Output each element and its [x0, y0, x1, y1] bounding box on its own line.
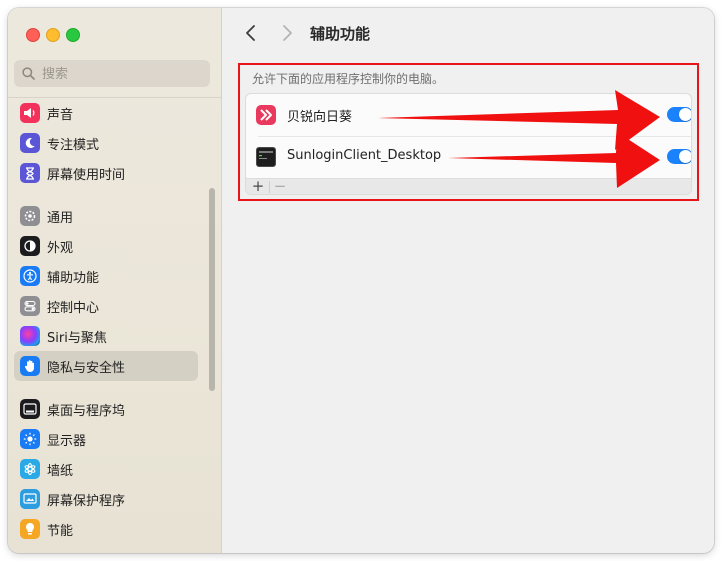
settings-window: 声音 专注模式 屏幕使用时间 通用	[8, 8, 714, 553]
sidebar-scrollbar[interactable]	[209, 188, 215, 391]
gear-icon	[20, 206, 40, 226]
sidebar-item-appearance[interactable]: 外观	[14, 231, 198, 261]
search-box[interactable]	[14, 60, 210, 87]
search-icon	[22, 67, 35, 80]
sidebar-item-label: 屏幕使用时间	[47, 167, 126, 183]
sunflower-app-icon	[256, 105, 276, 125]
sidebar-item-accessibility[interactable]: 辅助功能	[14, 261, 198, 291]
moon-icon	[20, 133, 40, 153]
sidebar-item-screen-saver[interactable]: 屏幕保护程序	[14, 484, 198, 514]
sun-icon	[20, 429, 40, 449]
terminal-app-icon	[256, 147, 276, 167]
sidebar-item-label: Siri与聚焦	[47, 330, 107, 346]
sidebar-item-label: 声音	[47, 107, 74, 123]
sidebar-item-label: 屏幕保护程序	[47, 493, 126, 509]
screensaver-icon	[20, 489, 40, 509]
permission-description: 允许下面的应用程序控制你的电脑。	[252, 72, 445, 86]
list-item: SunloginClient_Desktop	[246, 136, 691, 178]
speaker-icon	[20, 103, 40, 123]
accessibility-icon	[20, 266, 40, 286]
list-footer: + −	[246, 177, 691, 194]
page-title: 辅助功能	[310, 25, 371, 43]
minimize-window-button[interactable]	[46, 28, 60, 42]
sidebar-item-focus[interactable]: 专注模式	[14, 128, 198, 158]
sidebar: 声音 专注模式 屏幕使用时间 通用	[8, 8, 222, 553]
control-center-icon	[20, 296, 40, 316]
sidebar-item-privacy-security[interactable]: 隐私与安全性	[14, 351, 198, 381]
sidebar-item-label: 显示器	[47, 433, 87, 449]
remove-app-button[interactable]: −	[270, 177, 290, 194]
sidebar-item-wallpaper[interactable]: 墙纸	[14, 454, 198, 484]
sidebar-item-label: 专注模式	[47, 137, 100, 153]
forward-button[interactable]	[276, 22, 298, 44]
sidebar-item-label: 节能	[47, 523, 74, 539]
wallpaper-icon	[20, 459, 40, 479]
sidebar-item-general[interactable]: 通用	[14, 201, 198, 231]
sidebar-item-sound[interactable]: 声音	[14, 98, 198, 128]
siri-icon	[20, 326, 40, 346]
sidebar-item-label: 通用	[47, 210, 74, 226]
app-permission-toggle[interactable]	[667, 107, 691, 122]
close-window-button[interactable]	[26, 28, 40, 42]
zoom-window-button[interactable]	[66, 28, 80, 42]
toolbar: 辅助功能	[222, 8, 714, 58]
app-name: 贝锐向日葵	[287, 110, 353, 125]
sidebar-item-label: 隐私与安全性	[47, 360, 126, 376]
appearance-icon	[20, 236, 40, 256]
sidebar-item-label: 桌面与程序坞	[47, 403, 126, 419]
main-content: 辅助功能 允许下面的应用程序控制你的电脑。 贝锐向日葵 SunloginClie…	[222, 8, 714, 553]
sidebar-item-screen-time[interactable]: 屏幕使用时间	[14, 158, 198, 188]
app-name: SunloginClient_Desktop	[287, 148, 442, 163]
sidebar-group: 通用 外观 辅助功能 控制中心 Siri与聚焦 隐私与安全性	[14, 201, 198, 381]
search-input[interactable]	[40, 64, 204, 85]
sidebar-item-control-center[interactable]: 控制中心	[14, 291, 198, 321]
sidebar-item-energy-saver[interactable]: 节能	[14, 514, 198, 544]
app-permission-toggle[interactable]	[667, 149, 691, 164]
app-list: 贝锐向日葵 SunloginClient_Desktop + −	[245, 93, 692, 195]
highlight-box: 允许下面的应用程序控制你的电脑。 贝锐向日葵 SunloginClient_De…	[238, 63, 699, 201]
sidebar-group: 声音 专注模式 屏幕使用时间	[14, 98, 198, 188]
sidebar-item-label: 辅助功能	[47, 270, 100, 286]
sidebar-item-label: 外观	[47, 240, 74, 256]
lightbulb-icon	[20, 519, 40, 539]
chevron-left-icon	[246, 25, 255, 41]
hourglass-icon	[20, 163, 40, 183]
add-app-button[interactable]: +	[248, 177, 268, 194]
sidebar-item-label: 墙纸	[47, 463, 74, 479]
sidebar-item-displays[interactable]: 显示器	[14, 424, 198, 454]
sidebar-item-siri[interactable]: Siri与聚焦	[14, 321, 198, 351]
chevron-right-icon	[283, 25, 292, 41]
sidebar-group: 桌面与程序坞 显示器 墙纸 屏幕保护程序 节能	[14, 394, 198, 544]
back-button[interactable]	[240, 22, 262, 44]
dock-icon	[20, 399, 40, 419]
sidebar-item-label: 控制中心	[47, 300, 100, 316]
sidebar-item-desktop-dock[interactable]: 桌面与程序坞	[14, 394, 198, 424]
hand-icon	[20, 356, 40, 376]
list-item: 贝锐向日葵	[246, 94, 691, 137]
